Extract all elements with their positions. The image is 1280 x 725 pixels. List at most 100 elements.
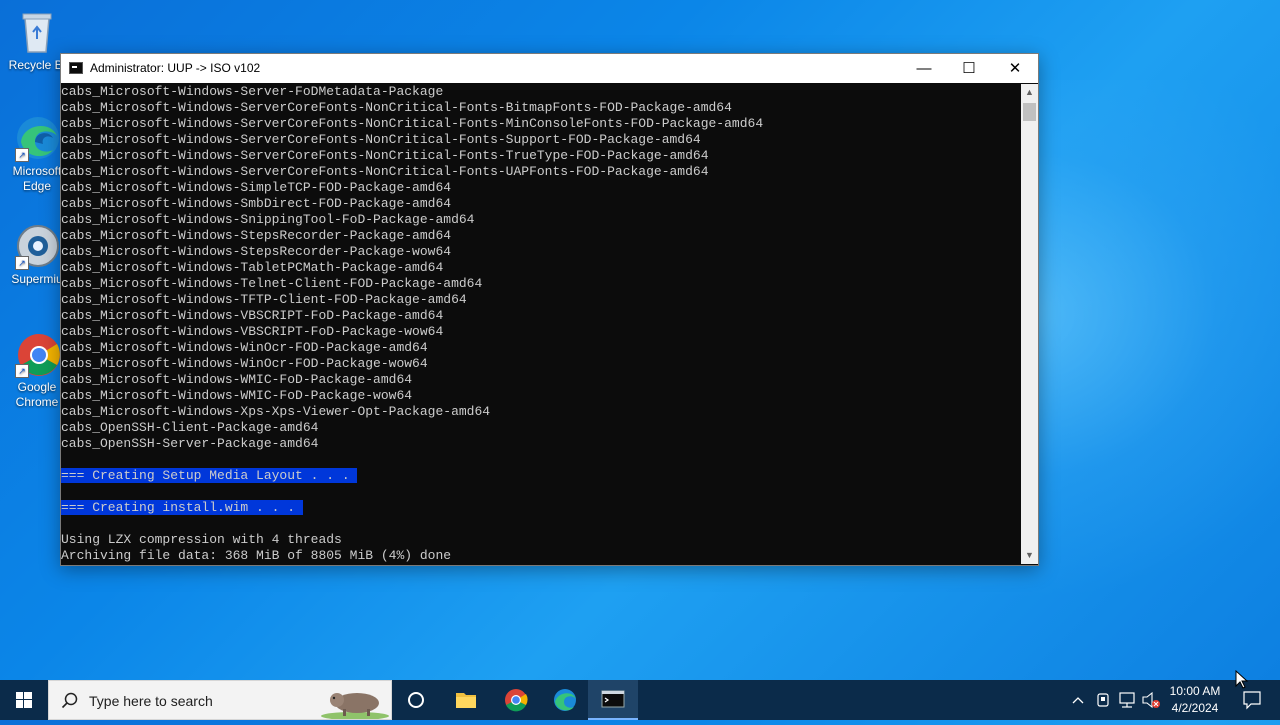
line-text: cabs_Microsoft-Windows-StepsRecorder-Pac… bbox=[61, 228, 452, 243]
line-text: cabs_Microsoft-Windows-ServerCoreFonts-N… bbox=[61, 132, 701, 147]
volume-muted-icon bbox=[1142, 691, 1160, 709]
console-line: cabs_Microsoft-Windows-WinOcr-FOD-Packag… bbox=[61, 356, 1021, 372]
console-line: cabs_Microsoft-Windows-VBSCRIPT-FoD-Pack… bbox=[61, 308, 1021, 324]
recycle-bin-icon bbox=[13, 8, 61, 56]
edge-icon bbox=[554, 689, 576, 711]
clock-date: 4/2/2024 bbox=[1171, 701, 1219, 715]
console-line: cabs_OpenSSH-Server-Package-amd64 bbox=[61, 436, 1021, 452]
console-line: cabs_Microsoft-Windows-TabletPCMath-Pack… bbox=[61, 260, 1021, 276]
cortana-icon bbox=[408, 692, 424, 708]
console-line: cabs_Microsoft-Windows-StepsRecorder-Pac… bbox=[61, 228, 1021, 244]
console-line: cabs_Microsoft-Windows-SimpleTCP-FOD-Pac… bbox=[61, 180, 1021, 196]
taskbar-chrome[interactable] bbox=[496, 680, 536, 720]
scroll-thumb[interactable] bbox=[1023, 103, 1036, 121]
minimize-button[interactable]: — bbox=[901, 54, 947, 83]
search-placeholder: Type here to search bbox=[89, 693, 213, 709]
network-icon bbox=[1119, 692, 1135, 708]
tray-device-button[interactable] bbox=[1092, 680, 1114, 720]
clock[interactable]: 10:00 AM 4/2/2024 bbox=[1164, 680, 1226, 720]
command-prompt-icon bbox=[601, 690, 625, 708]
network-button[interactable] bbox=[1116, 680, 1138, 720]
line-text: cabs_Microsoft-Windows-ServerCoreFonts-N… bbox=[61, 148, 709, 163]
line-text: cabs_OpenSSH-Server-Package-amd64 bbox=[61, 436, 319, 451]
chrome-icon bbox=[505, 689, 528, 712]
chrome-icon: ↗ bbox=[13, 330, 61, 378]
line-text: cabs_Microsoft-Windows-VBSCRIPT-FoD-Pack… bbox=[61, 324, 444, 339]
line-text: cabs_Microsoft-Windows-VBSCRIPT-FoD-Pack… bbox=[61, 308, 444, 323]
console-line: cabs_Microsoft-Windows-WinOcr-FOD-Packag… bbox=[61, 340, 1021, 356]
taskbar: Type here to search 10:00 AM 4/2/2024 bbox=[0, 680, 1280, 720]
line-text: cabs_Microsoft-Windows-Xps-Xps-Viewer-Op… bbox=[61, 404, 491, 419]
start-icon bbox=[16, 692, 32, 708]
line-text: cabs_Microsoft-Windows-ServerCoreFonts-N… bbox=[61, 100, 732, 115]
taskbar-command-prompt[interactable] bbox=[588, 680, 638, 720]
shortcut-arrow-icon: ↗ bbox=[15, 256, 29, 270]
scroll-up-arrow-icon[interactable]: ▲ bbox=[1021, 84, 1038, 101]
start-button[interactable] bbox=[0, 680, 48, 720]
line-text: Archiving file data: 368 MiB of 8805 MiB… bbox=[61, 548, 452, 563]
file-explorer-icon bbox=[456, 693, 476, 708]
window-title: Administrator: UUP -> ISO v102 bbox=[90, 61, 261, 75]
search-icon bbox=[61, 692, 78, 709]
line-text: cabs_Microsoft-Windows-WMIC-FoD-Package-… bbox=[61, 372, 413, 387]
scroll-down-arrow-icon[interactable]: ▼ bbox=[1021, 547, 1038, 564]
usb-device-icon bbox=[1097, 693, 1109, 707]
line-text: cabs_Microsoft-Windows-StepsRecorder-Pac… bbox=[61, 244, 452, 259]
console-line: cabs_Microsoft-Windows-SnippingTool-FoD-… bbox=[61, 212, 1021, 228]
console-line: === Creating install.wim . . . bbox=[61, 500, 1021, 516]
highlighted-text: === Creating install.wim . . . bbox=[61, 500, 303, 515]
console-line: cabs_Microsoft-Windows-WMIC-FoD-Package-… bbox=[61, 372, 1021, 388]
show-hidden-icons-button[interactable] bbox=[1068, 680, 1088, 720]
line-text: cabs_Microsoft-Windows-WinOcr-FOD-Packag… bbox=[61, 340, 428, 355]
line-text: cabs_Microsoft-Windows-TabletPCMath-Pack… bbox=[61, 260, 444, 275]
vertical-scrollbar[interactable]: ▲ ▼ bbox=[1021, 84, 1038, 564]
chevron-up-icon bbox=[1072, 697, 1084, 704]
shortcut-arrow-icon: ↗ bbox=[15, 148, 29, 162]
line-text: cabs_Microsoft-Windows-ServerCoreFonts-N… bbox=[61, 116, 764, 131]
line-text: cabs_Microsoft-Windows-SmbDirect-FOD-Pac… bbox=[61, 196, 452, 211]
task-view-button[interactable] bbox=[396, 680, 436, 720]
console-output[interactable]: cabs_Microsoft-Windows-Server-FoDMetadat… bbox=[61, 84, 1021, 564]
clock-time: 10:00 AM bbox=[1169, 684, 1221, 698]
console-line: cabs_Microsoft-Windows-VBSCRIPT-FoD-Pack… bbox=[61, 324, 1021, 340]
console-line: cabs_Microsoft-Windows-Server-FoDMetadat… bbox=[61, 84, 1021, 100]
supermium-icon: ↗ bbox=[13, 222, 61, 270]
line-text: cabs_Microsoft-Windows-ServerCoreFonts-N… bbox=[61, 164, 709, 179]
console-line: Archiving file data: 368 MiB of 8805 MiB… bbox=[61, 548, 1021, 564]
taskbar-edge[interactable] bbox=[545, 680, 585, 720]
title-bar[interactable]: Administrator: UUP -> ISO v102 — ☐ ✕ bbox=[61, 54, 1038, 83]
console-line: cabs_Microsoft-Windows-ServerCoreFonts-N… bbox=[61, 148, 1021, 164]
taskbar-file-explorer[interactable] bbox=[446, 680, 486, 720]
line-text: cabs_OpenSSH-Client-Package-amd64 bbox=[61, 420, 319, 435]
console-line: cabs_Microsoft-Windows-ServerCoreFonts-N… bbox=[61, 132, 1021, 148]
console-line: === Creating Setup Media Layout . . . bbox=[61, 468, 1021, 484]
line-text: cabs_Microsoft-Windows-WinOcr-FOD-Packag… bbox=[61, 356, 428, 371]
maximize-button[interactable]: ☐ bbox=[946, 54, 992, 83]
taskbar-search-box[interactable]: Type here to search bbox=[48, 680, 392, 720]
console-line: cabs_Microsoft-Windows-ServerCoreFonts-N… bbox=[61, 100, 1021, 116]
console-line: cabs_OpenSSH-Client-Package-amd64 bbox=[61, 420, 1021, 436]
line-text: cabs_Microsoft-Windows-Telnet-Client-FOD… bbox=[61, 276, 483, 291]
console-line: cabs_Microsoft-Windows-TFTP-Client-FOD-P… bbox=[61, 292, 1021, 308]
console-line: Using LZX compression with 4 threads bbox=[61, 532, 1021, 548]
volume-button[interactable] bbox=[1140, 680, 1162, 720]
search-highlight-illustration-icon bbox=[321, 693, 389, 719]
console-line: cabs_Microsoft-Windows-Xps-Xps-Viewer-Op… bbox=[61, 404, 1021, 420]
close-button[interactable]: ✕ bbox=[992, 54, 1038, 83]
mouse-cursor-icon bbox=[1235, 670, 1249, 689]
console-window[interactable]: Administrator: UUP -> ISO v102 — ☐ ✕ cab… bbox=[60, 53, 1039, 566]
edge-icon: ↗ bbox=[13, 114, 61, 162]
line-text: Using LZX compression with 4 threads bbox=[61, 532, 342, 547]
line-text: cabs_Microsoft-Windows-SimpleTCP-FOD-Pac… bbox=[61, 180, 452, 195]
console-line: cabs_Microsoft-Windows-Telnet-Client-FOD… bbox=[61, 276, 1021, 292]
shortcut-arrow-icon: ↗ bbox=[15, 364, 29, 378]
highlighted-text: === Creating Setup Media Layout . . . bbox=[61, 468, 358, 483]
console-line: cabs_Microsoft-Windows-ServerCoreFonts-N… bbox=[61, 164, 1021, 180]
line-text: cabs_Microsoft-Windows-Server-FoDMetadat… bbox=[61, 84, 444, 99]
line-text: cabs_Microsoft-Windows-TFTP-Client-FOD-P… bbox=[61, 292, 467, 307]
console-line: cabs_Microsoft-Windows-ServerCoreFonts-N… bbox=[61, 116, 1021, 132]
console-line: cabs_Microsoft-Windows-StepsRecorder-Pac… bbox=[61, 244, 1021, 260]
